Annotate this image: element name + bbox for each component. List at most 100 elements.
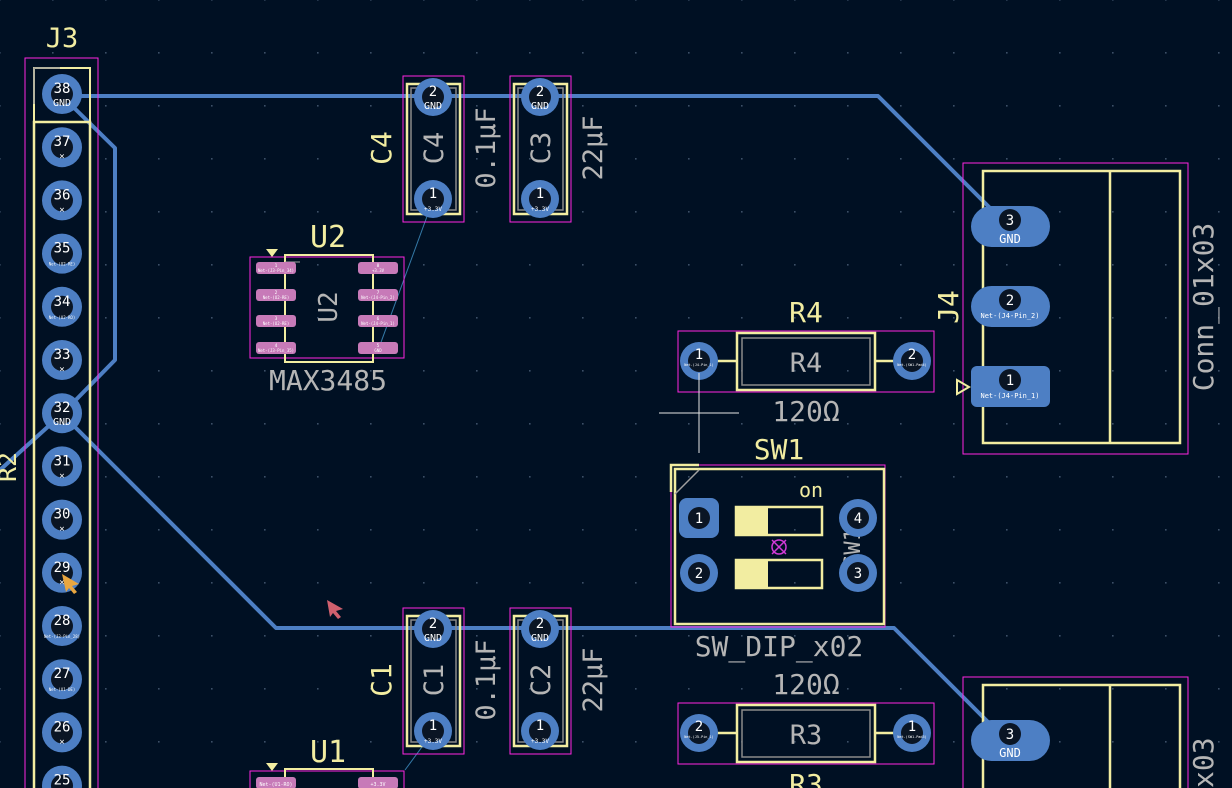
- sw1-on-label: on: [799, 478, 823, 502]
- j4-pad-2[interactable]: 2 Net-(J4-Pin_2): [971, 286, 1050, 327]
- cap-reference: C4: [365, 131, 398, 165]
- j3-pin-38-net: GND: [53, 98, 71, 109]
- r3-pad-1[interactable]: 1 Net-(SW1-Pad3): [893, 714, 931, 752]
- j4-pad-1[interactable]: 1 Net-(J4-Pin_1): [971, 366, 1050, 407]
- cap-pad-net: GND: [424, 101, 442, 112]
- u2-pad-2-net: Net-(U2-RE): [263, 295, 290, 300]
- u2-pad-5[interactable]: 5GND: [358, 342, 398, 354]
- cap-pad-2[interactable]: 2GND: [521, 610, 559, 648]
- cap-pad-1[interactable]: 1 +3.3V: [414, 712, 452, 750]
- r3-pad-2-net: Net-(J5-Pin_1): [684, 735, 714, 739]
- r3-pad-2-num: 2: [695, 719, 703, 735]
- j3-pin-30-num: 30: [54, 507, 71, 523]
- j3-pin-30-net: ×: [59, 525, 64, 535]
- u2-pad-8[interactable]: 8+3.3V: [358, 262, 398, 274]
- u2-pad-4[interactable]: 4Net-(J3-Pin_35): [256, 342, 296, 354]
- j5-pad-3-num: 3: [1006, 727, 1014, 743]
- j4-pad-3-net: GND: [999, 232, 1021, 246]
- u2-value: MAX3485: [269, 364, 387, 397]
- cap-pad-num: 2: [536, 616, 544, 632]
- u1-pad-8-net: +3.3V: [370, 782, 385, 788]
- cap-pad-1[interactable]: 1 +3.3V: [521, 712, 559, 750]
- sw1-pad-3[interactable]: 3: [839, 554, 877, 592]
- r3-value: 120Ω: [772, 668, 839, 701]
- u2-pad-6[interactable]: 6Net-(J4-Pin_1): [358, 315, 398, 327]
- r3-pad-1-net: Net-(SW1-Pad3): [897, 735, 927, 739]
- j3-pin-28-net: Net-(J3-Pin_28): [44, 634, 80, 639]
- r4-fab-reference: R4: [790, 348, 823, 379]
- cap-pad-num: 1: [429, 718, 437, 734]
- sw1-pad-1[interactable]: 1: [679, 498, 719, 538]
- u2-pad-5-net: GND: [374, 348, 382, 353]
- r4-pad-1-net: Net-(J4-Pin_1): [684, 363, 714, 367]
- j3-pin-37[interactable]: 37 ×: [42, 127, 82, 168]
- cap-pad-net: +3.3V: [424, 206, 442, 213]
- j3-pin-31-num: 31: [54, 453, 71, 469]
- cap-pad-net: +3.3V: [531, 738, 549, 745]
- r3-pad-2[interactable]: 2 Net-(J5-Pin_1): [680, 714, 718, 752]
- u1-pad-1-net: Net-(U1-RO): [259, 782, 292, 788]
- j3-pin-32-num: 32: [54, 400, 71, 416]
- r3-pad-1-num: 1: [908, 719, 916, 735]
- j3-pin-38[interactable]: 38GND: [42, 74, 82, 114]
- cap-pad-2[interactable]: 2GND: [414, 610, 452, 648]
- j3-reference: J3: [46, 23, 79, 54]
- sw1-pad-4-num: 4: [854, 511, 862, 527]
- u2-pad-4-net: Net-(J3-Pin_35): [258, 348, 294, 353]
- cap-pad-2[interactable]: 2GND: [414, 78, 452, 116]
- j3-pin-29[interactable]: 29×: [42, 552, 82, 593]
- j3-pin-26[interactable]: 26 ×: [42, 712, 82, 753]
- j3-pin-38-num: 38: [54, 81, 71, 97]
- j3-pin-34-net: Net-(U2-RO): [49, 315, 76, 320]
- j3-pin-33-net: ×: [59, 365, 64, 375]
- j5-pad-3[interactable]: 3 GND: [971, 720, 1050, 761]
- u2-pad-7[interactable]: 7Net-(J4-Pin_2): [358, 289, 398, 301]
- u2-pad-2[interactable]: 2Net-(U2-RE): [256, 289, 296, 301]
- j5-pad-3-net: GND: [999, 746, 1021, 760]
- cap-value: 0.1µF: [471, 107, 502, 188]
- cap-fab-reference: C3: [526, 132, 557, 165]
- j4-pad-3[interactable]: 3 GND: [971, 206, 1050, 247]
- sw1-pad-1-num: 1: [695, 511, 703, 527]
- j3-pin-35[interactable]: 35 Net-(U2-RE): [42, 233, 82, 274]
- j3-pin-33[interactable]: 33 ×: [42, 340, 82, 380]
- cap-pad-num: 2: [429, 616, 437, 632]
- cap-value: 22µF: [578, 115, 609, 180]
- j3-pin-36[interactable]: 36 ×: [42, 180, 82, 221]
- j3-pin-27[interactable]: 27 Net-(U1-DE): [42, 659, 82, 700]
- sw1-reference: SW1: [754, 433, 805, 466]
- u2-pad-8-net: +3.3V: [372, 268, 385, 273]
- r4-pad-2-net: Net-(SW1-Pad4): [897, 363, 927, 367]
- u2-pad-1-net: Net-(J3-Pin_34): [258, 268, 294, 273]
- cap-fab-reference: C1: [419, 664, 450, 697]
- j3-pin-34-num: 34: [54, 294, 71, 310]
- cap-pad-net: +3.3V: [531, 206, 549, 213]
- j4-pad-2-num: 2: [1006, 293, 1014, 309]
- pcb-canvas[interactable]: J3 38GND37×36×35Net-(U2-RE)34Net-(U2-RO)…: [0, 0, 1232, 788]
- cap-pad-num: 2: [536, 84, 544, 100]
- r4-pad-2[interactable]: 2 Net-(SW1-Pad4): [893, 342, 931, 380]
- cap-pad-1[interactable]: 1 +3.3V: [521, 180, 559, 218]
- r4-value: 120Ω: [772, 395, 839, 428]
- cap-pad-2[interactable]: 2GND: [521, 78, 559, 116]
- r2-reference-partial: R2: [0, 452, 22, 482]
- u1-pad-1[interactable]: Net-(U1-RO): [256, 777, 296, 788]
- j3-pin-34[interactable]: 34 Net-(U2-RO): [42, 286, 82, 327]
- sw1-pad-4[interactable]: 4: [839, 499, 877, 537]
- j3-pin-30[interactable]: 30 ×: [42, 499, 82, 540]
- j3-pin-31[interactable]: 31 ×: [42, 446, 82, 487]
- u1-pad-8[interactable]: +3.3V: [358, 777, 398, 788]
- j3-pin-26-net: ×: [59, 737, 64, 747]
- u2-reference: U2: [310, 220, 346, 255]
- sw1-pad-2[interactable]: 2: [680, 554, 718, 592]
- r3-fab-reference: R3: [790, 720, 823, 751]
- u2-pad-1[interactable]: 1Net-(J3-Pin_34): [256, 262, 296, 274]
- j3-pin-35-net: Net-(U2-RE): [49, 262, 76, 267]
- j3-pin-33-num: 33: [54, 347, 71, 363]
- cap-pad-1[interactable]: 1 +3.3V: [414, 180, 452, 218]
- j3-pin-28[interactable]: 28 Net-(J3-Pin_28): [42, 606, 82, 646]
- cap-pad-net: GND: [531, 633, 549, 644]
- u2-pad-3[interactable]: 3Net-(U2-RE): [256, 315, 296, 327]
- j3-pin-32[interactable]: 32GND: [42, 393, 82, 434]
- j4-value: Conn_01x03: [1187, 223, 1221, 392]
